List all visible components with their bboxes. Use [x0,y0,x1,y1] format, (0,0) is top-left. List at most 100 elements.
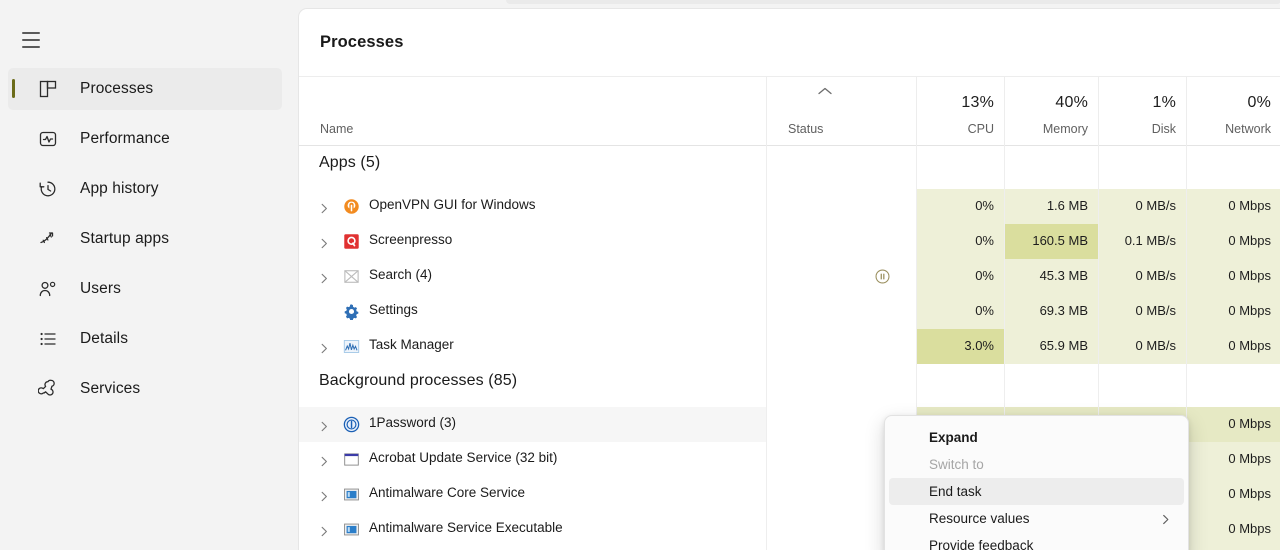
column-label-disk: Disk [1152,122,1176,136]
sidebar-item-startup-apps[interactable]: Startup apps [8,218,282,260]
expand-chevron-right-icon[interactable] [319,201,329,212]
startup-apps-icon [38,229,58,249]
column-label-status: Status [788,122,823,136]
suspended-icon [874,268,891,285]
sidebar-item-label: Services [80,380,140,398]
sidebar-item-app-history[interactable]: App history [8,168,282,210]
process-memory-cell: 45.3 MB [1004,259,1098,294]
column-header-status[interactable]: Status [766,77,916,146]
sidebar-item-services[interactable]: Services [8,368,282,410]
process-name-cell[interactable]: Antimalware Service Executable [299,512,766,547]
process-status-cell [766,189,916,224]
process-network-cell: 0 Mbps [1186,294,1280,329]
sidebar-item-label: Details [80,330,128,348]
process-name-label: OpenVPN GUI for Windows [369,197,536,212]
sort-ascending-chevron-up-icon[interactable] [818,87,832,95]
context-menu-item-expand[interactable]: Expand [889,424,1184,451]
process-name-cell[interactable]: Antimalware Core Service [299,477,766,512]
process-cpu-value: 0% [975,268,994,283]
hamburger-line [22,46,40,48]
expand-chevron-right-icon[interactable] [319,341,329,352]
process-name-cell[interactable]: Settings [299,294,766,329]
process-name-label: Antimalware Core Service [369,485,525,500]
users-icon [38,279,58,299]
process-status-cell [766,224,916,259]
context-menu-item-label: Expand [929,430,978,445]
process-disk-value: 0 MB/s [1136,198,1176,213]
antimalware-icon [343,521,360,538]
process-network-cell: 0 Mbps [1186,189,1280,224]
process-memory-cell: 69.3 MB [1004,294,1098,329]
process-memory-value: 160.5 MB [1032,233,1088,248]
services-icon [38,379,58,399]
search-app-icon [343,268,360,285]
process-disk-value: 0 MB/s [1136,268,1176,283]
column-header-disk[interactable]: 1%Disk [1098,77,1186,146]
expand-chevron-right-icon[interactable] [319,489,329,500]
context-menu-item-resource-values[interactable]: Resource values [889,505,1184,532]
process-network-value: 0 Mbps [1228,486,1271,501]
process-name-label: Acrobat Update Service (32 bit) [369,450,557,465]
sidebar-item-performance[interactable]: Performance [8,118,282,160]
users-icon [38,279,58,299]
process-name-cell[interactable]: OpenVPN GUI for Windows [299,189,766,224]
context-menu-item-provide-feedback[interactable]: Provide feedback [889,532,1184,550]
suspended-icon [874,268,891,285]
process-name-label: Search (4) [369,267,432,282]
process-network-value: 0 Mbps [1228,268,1271,283]
process-network-cell: 0 Mbps [1186,477,1280,512]
column-header-cpu[interactable]: 13%CPU [916,77,1004,146]
process-cpu-value: 0% [975,233,994,248]
process-name-label: 1Password (3) [369,415,456,430]
group-cell-memory [1004,364,1098,407]
sidebar-item-label: Startup apps [80,230,169,248]
expand-chevron-right-icon[interactable] [319,419,329,430]
group-status-cell [766,146,916,189]
context-menu-item-switch-to: Switch to [889,451,1184,478]
sidebar-item-details[interactable]: Details [8,318,282,360]
table-row[interactable]: Task Manager3.0%65.9 MB0 MB/s0 Mbps [299,329,1280,364]
hamburger-line [22,32,40,34]
acrobat-icon [343,451,360,468]
group-cell-network [1186,364,1280,407]
process-name-cell[interactable]: 1Password (3) [299,407,766,442]
process-network-value: 0 Mbps [1228,451,1271,466]
process-name-cell[interactable]: Screenpresso [299,224,766,259]
process-name-cell[interactable]: Acrobat Update Service (32 bit) [299,442,766,477]
table-row[interactable]: Settings0%69.3 MB0 MB/s0 Mbps [299,294,1280,329]
table-row[interactable]: Search (4) 0% 45.3 MB 0 MB/s 0 Mbps [299,259,1280,294]
column-header-memory[interactable]: 40%Memory [1004,77,1098,146]
hamburger-menu-button[interactable] [14,24,48,56]
sidebar-item-processes[interactable]: Processes [8,68,282,110]
sidebar-item-label: Users [80,280,121,298]
expand-chevron-right-icon[interactable] [319,454,329,465]
process-disk-value: 0 MB/s [1136,338,1176,353]
task-manager-icon [343,338,360,355]
column-label-memory: Memory [1043,122,1088,136]
group-cell-network [1186,146,1280,189]
context-menu-item-end-task[interactable]: End task [889,478,1184,505]
sidebar-item-users[interactable]: Users [8,268,282,310]
process-network-value: 0 Mbps [1228,198,1271,213]
context-menu-item-label: Switch to [929,457,984,472]
expand-chevron-right-icon[interactable] [319,524,329,535]
sidebar-nav: Processes Performance App history Startu… [8,68,282,418]
selection-accent-bar [12,79,15,98]
screenpresso-icon [343,233,360,250]
openvpn-icon [343,198,360,215]
expand-chevron-right-icon[interactable] [319,271,329,282]
group-title: Apps (5) [319,154,380,172]
process-network-value: 0 Mbps [1228,416,1271,431]
context-menu-item-label: Resource values [929,511,1030,526]
table-row[interactable]: OpenVPN GUI for Windows0%1.6 MB0 MB/s0 M… [299,189,1280,224]
expand-chevron-right-icon[interactable] [319,236,329,247]
process-network-cell: 0 Mbps [1186,407,1280,442]
column-header-name[interactable]: Name [299,77,766,146]
process-network-cell: 0 Mbps [1186,224,1280,259]
column-header-network[interactable]: 0%Network [1186,77,1280,146]
processes-icon [38,79,58,99]
process-name-cell[interactable]: Search (4) [299,259,766,294]
process-name-cell[interactable]: Task Manager [299,329,766,364]
table-row[interactable]: Screenpresso0%160.5 MB0.1 MB/s0 Mbps [299,224,1280,259]
chevron-right-caret-icon [1161,514,1170,525]
